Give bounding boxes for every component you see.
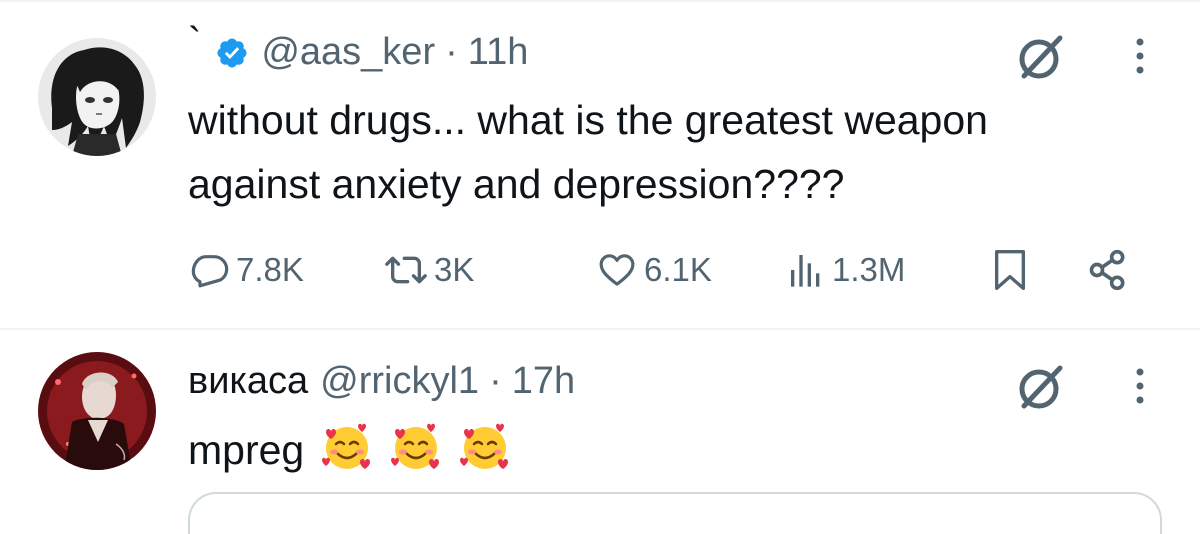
tweet[interactable]: викаса @rrickyl1 · 17h mpreg [0,330,1200,534]
heart-icon [599,254,635,286]
handle[interactable]: @aas_ker [261,31,435,74]
retweet-button[interactable]: 3K [384,240,474,300]
like-button[interactable]: 6.1K [596,240,712,300]
reply-count: 7.8K [236,251,304,288]
more-options-icon[interactable] [1128,364,1152,412]
tweet-actions: 7.8K 3K 6.1K 1.3M [0,240,1200,300]
tweet-header: ` @aas_ker · 11h [188,20,529,75]
separator-dot: · [489,360,502,402]
smiling-face-with-hearts-icon [389,420,443,474]
views-button[interactable]: 1.3M [786,240,905,300]
timestamp[interactable]: 17h [512,360,575,403]
retweet-icon [385,256,427,284]
reply-button[interactable]: 7.8K [190,240,304,300]
retweet-count: 3K [434,251,475,288]
like-count: 6.1K [644,251,712,288]
avatar[interactable] [38,352,156,470]
bookmark-button[interactable] [990,240,1030,300]
tweet-header: викаса @rrickyl1 · 17h [188,360,575,403]
reply-icon [191,255,229,288]
tweet-text-line: against anxiety and depression???? [188,161,845,207]
share-button[interactable] [1086,240,1130,300]
smiling-face-with-hearts-icon [458,420,512,474]
avatar[interactable] [38,38,156,156]
tweet-text: without drugs... what is the greatest we… [188,88,988,216]
views-count: 1.3M [832,251,906,288]
grok-icon[interactable] [1012,30,1066,84]
grok-icon[interactable] [1012,360,1066,414]
views-chart-icon [791,255,820,287]
bookmark-icon [995,250,1025,291]
tweet-text-content: mpreg [188,427,305,473]
tweet-text: mpreg [188,418,512,482]
quoted-media-card[interactable] [188,492,1162,534]
more-options-icon[interactable] [1128,34,1152,82]
share-icon [1089,249,1125,291]
handle[interactable]: @rrickyl1 [320,360,479,403]
tweet[interactable]: ` @aas_ker · 11h without drugs... what i… [0,0,1200,330]
display-name[interactable]: ` [188,20,201,65]
separator-dot: · [445,31,458,73]
verified-badge-icon [215,36,249,70]
tweet-text-line: without drugs... what is the greatest we… [188,97,988,143]
display-name[interactable]: викаса [188,360,308,403]
timestamp[interactable]: 11h [468,31,529,74]
smiling-face-with-hearts-icon [320,420,374,474]
